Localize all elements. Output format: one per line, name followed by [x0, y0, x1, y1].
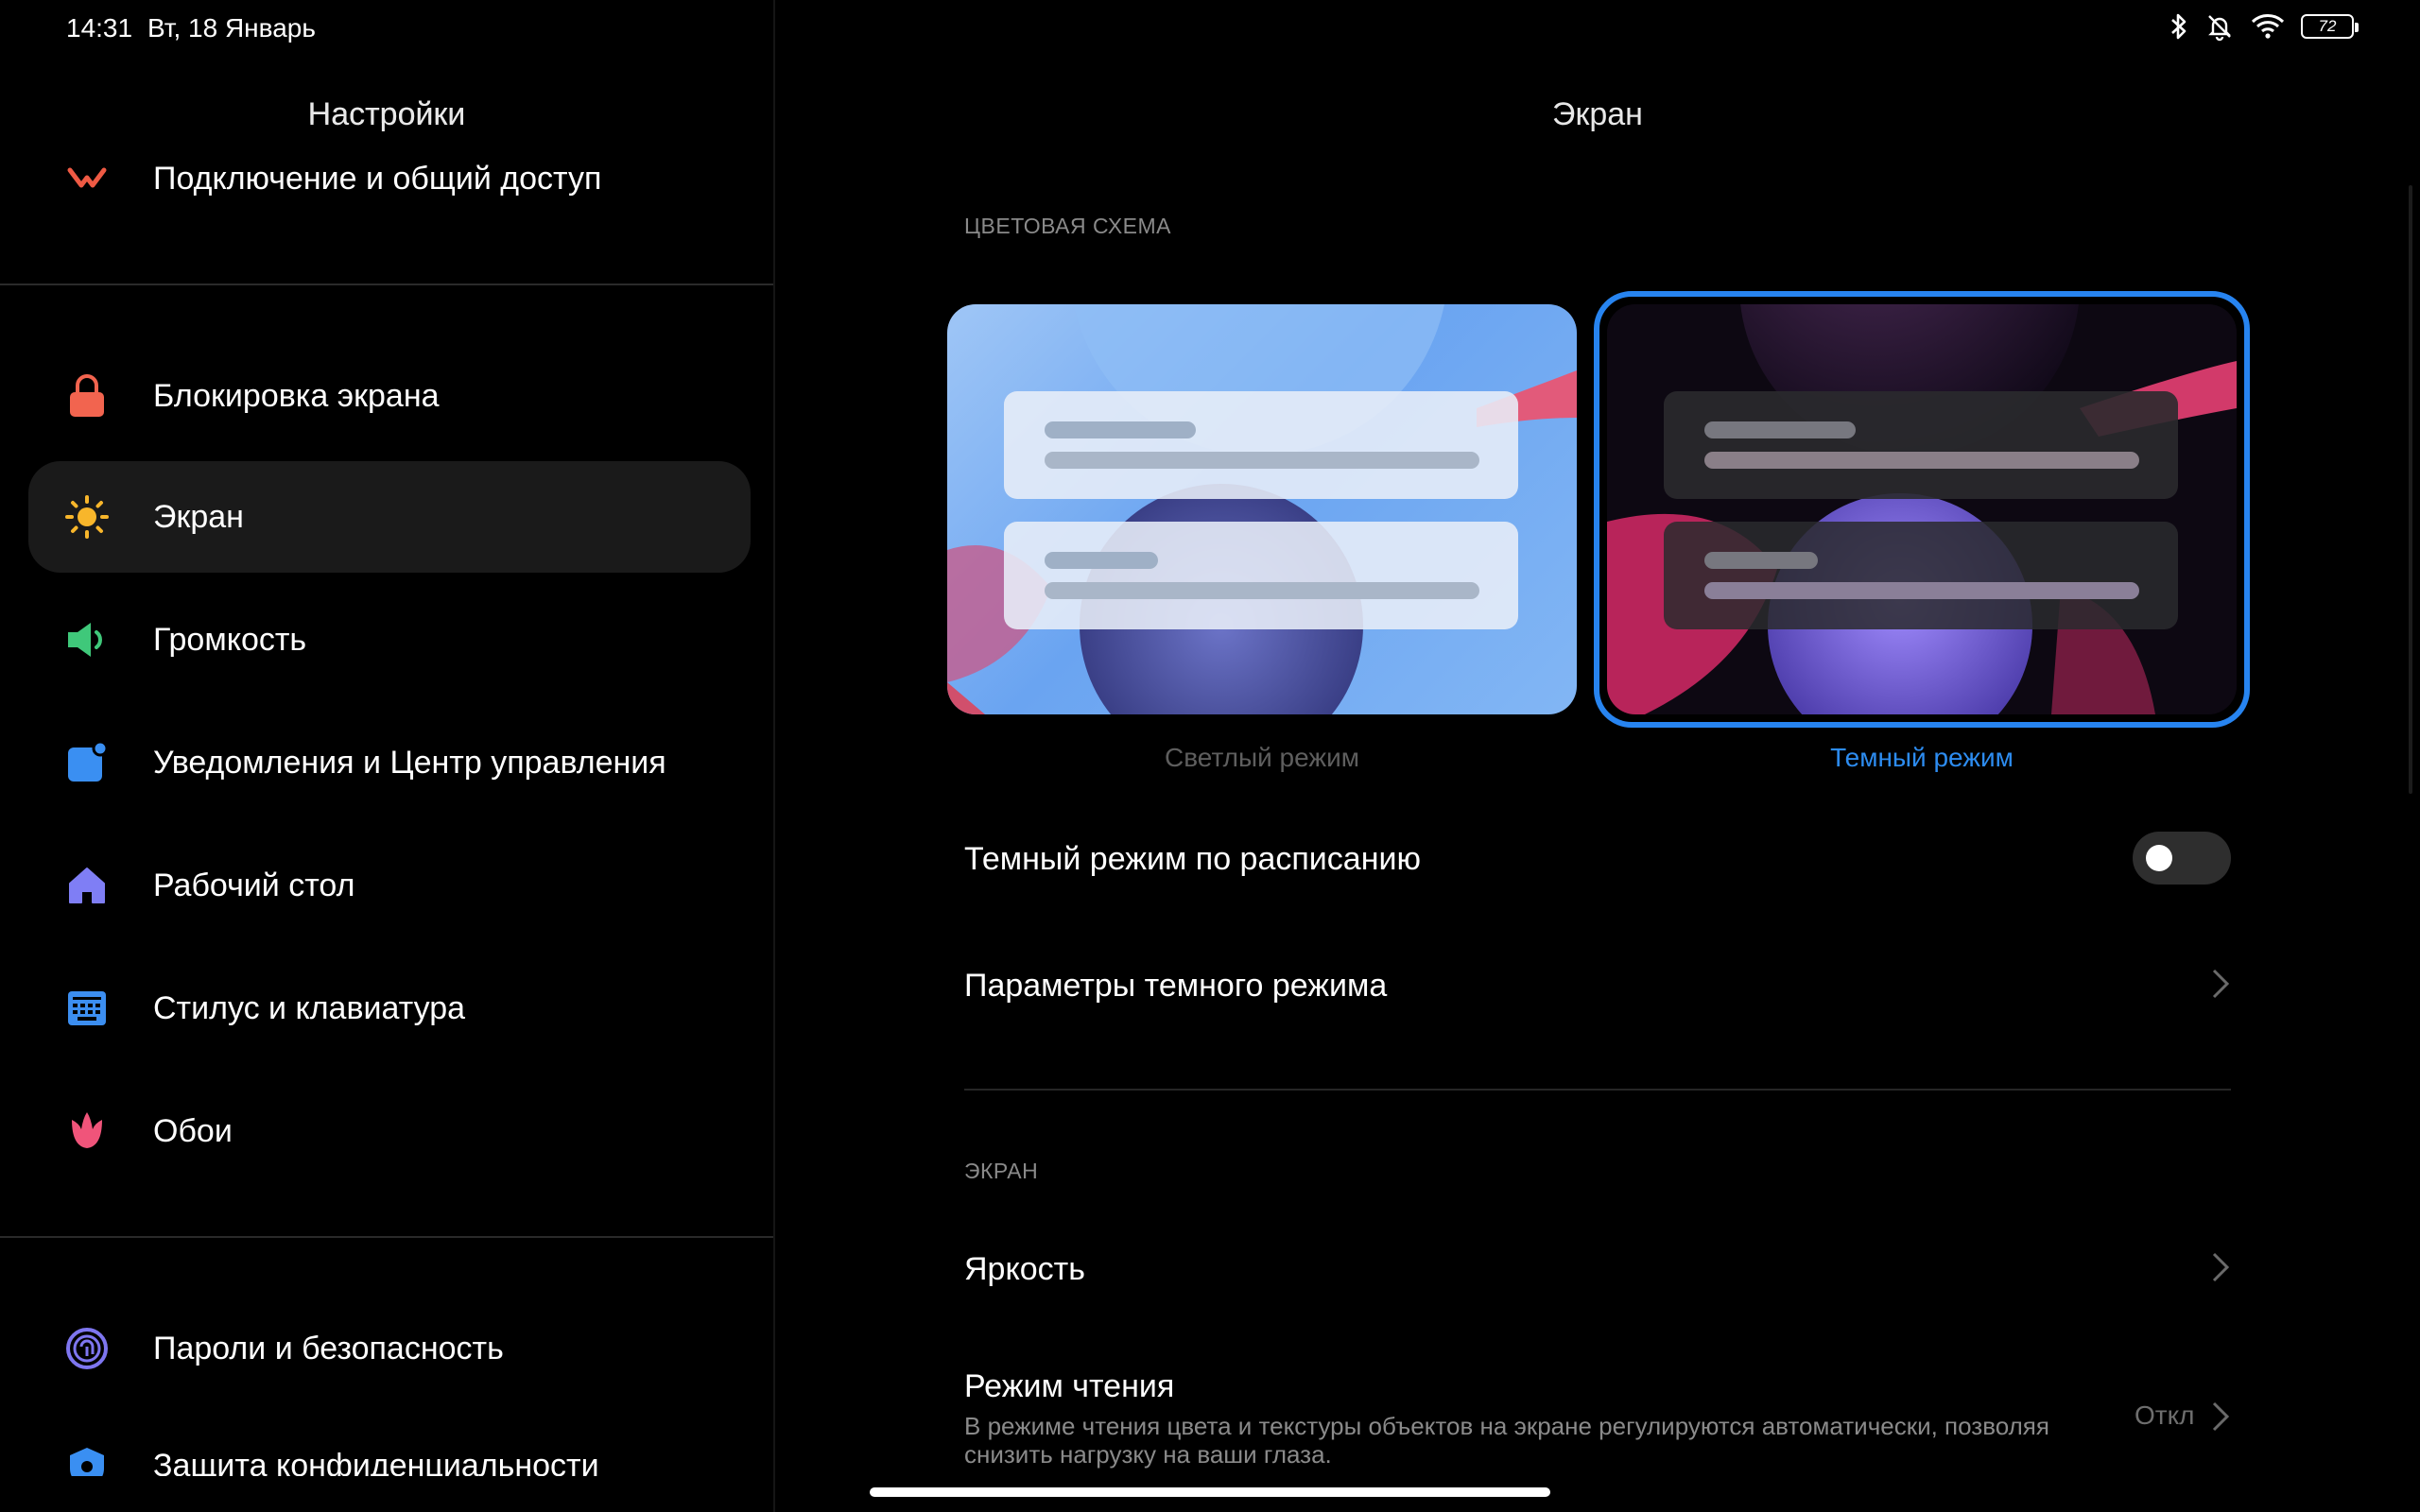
sidebar-item-display[interactable]: Экран [28, 461, 751, 573]
chevron-right-icon [2212, 1401, 2230, 1432]
sidebar-title-overlay: Настройки [307, 96, 466, 132]
sidebar-item-desktop[interactable]: Рабочий стол [28, 830, 751, 941]
battery-level: 72 [2318, 17, 2337, 35]
scheduled-dark-label: Темный режим по расписанию [964, 841, 1421, 877]
sidebar-item-label: Громкость [153, 621, 307, 658]
settings-sidebar: Настройки Подключение и общий доступ Нас… [0, 0, 773, 1512]
sun-icon [64, 494, 110, 540]
sidebar-item-label: Уведомления и Центр управления [153, 744, 666, 781]
light-mode-label[interactable]: Светлый режим [947, 743, 1577, 773]
tulip-icon [64, 1108, 110, 1154]
battery-icon: 72 [2301, 14, 2359, 39]
sidebar-divider [0, 1236, 773, 1238]
status-icons: 72 [2169, 11, 2359, 42]
toggle-knob [2146, 845, 2172, 871]
sidebar-item-notifications[interactable]: Уведомления и Центр управления [28, 707, 751, 818]
sidebar-item-stylus-keyboard[interactable]: Стилус и клавиатура [28, 953, 751, 1064]
light-preview-art [947, 304, 1577, 714]
page-title: Экран [1552, 96, 1643, 132]
sidebar-item-label: Подключение и общий доступ [153, 161, 602, 197]
bluetooth-icon [2171, 13, 2187, 40]
notification-icon [64, 740, 110, 785]
sidebar-item-label: Защита конфиденциальности [153, 1448, 599, 1476]
sidebar-item-label: Обои [153, 1112, 233, 1149]
dark-mode-label[interactable]: Темный режим [1607, 743, 2237, 773]
sidebar-divider [0, 284, 773, 285]
chevron-right-icon [2212, 1252, 2230, 1282]
chevron-right-icon [2212, 969, 2230, 999]
dark-params-label: Параметры темного режима [964, 968, 1388, 1004]
sidebar-item-wallpaper[interactable]: Обои [28, 1075, 751, 1187]
wifi-icon [2251, 14, 2285, 39]
sidebar-item-label: Экран [153, 498, 244, 535]
scheduled-dark-toggle[interactable] [2133, 832, 2231, 885]
reading-mode-description: В режиме чтения цвета и текстуры объекто… [964, 1412, 2049, 1469]
screen-header: ЭКРАН [964, 1159, 1039, 1183]
sidebar-item-passwords-security[interactable]: Пароли и безопасность [28, 1293, 751, 1404]
connection-share-icon [64, 161, 110, 206]
sidebar-item-lock-screen[interactable]: Блокировка экрана [28, 340, 751, 452]
bell-muted-icon [2208, 15, 2231, 42]
sidebar-item-privacy[interactable]: Защита конфиденциальности [28, 1416, 751, 1476]
sidebar-item-label: Стилус и клавиатура [153, 989, 466, 1026]
keyboard-icon [64, 986, 110, 1031]
color-scheme-header: ЦВЕТОВАЯ СХЕМА [964, 214, 1172, 238]
selected-scheme-indicator [1594, 291, 2250, 728]
sidebar-item-label: Блокировка экрана [153, 377, 440, 414]
home-icon [64, 863, 110, 908]
scrollbar[interactable] [2409, 185, 2412, 794]
lock-icon [64, 373, 110, 419]
fingerprint-icon [64, 1326, 110, 1371]
speaker-icon [64, 617, 110, 662]
privacy-icon [64, 1446, 110, 1476]
light-mode-preview[interactable] [947, 304, 1577, 714]
reading-mode-label: Режим чтения [964, 1368, 1175, 1404]
pane-divider [773, 0, 775, 1512]
brightness-label: Яркость [964, 1251, 1085, 1287]
sidebar-item-label: Рабочий стол [153, 867, 355, 903]
home-indicator[interactable] [870, 1487, 1550, 1497]
reading-mode-value: Откл [2135, 1400, 2195, 1430]
section-divider [964, 1089, 2231, 1091]
sidebar-item-volume[interactable]: Громкость [28, 584, 751, 696]
sidebar-item-label: Пароли и безопасность [153, 1330, 504, 1366]
